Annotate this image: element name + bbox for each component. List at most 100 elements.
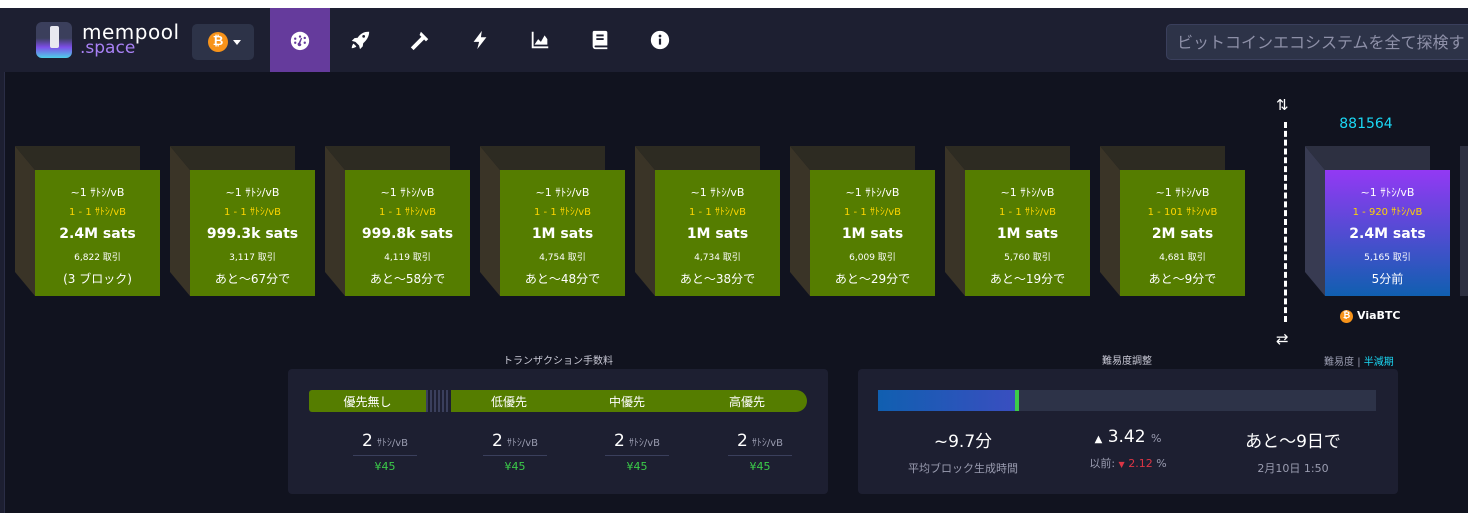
- block-side-face: [15, 146, 35, 296]
- block-size: 1M sats: [841, 226, 904, 242]
- mempool-block[interactable]: ~1 ｻﾄｼ/vB 1 - 1 ｻﾄｼ/vB 999.8k sats 4,119…: [325, 146, 470, 296]
- block-size: 999.8k sats: [361, 226, 454, 242]
- avg-block-time: ~9.7分 平均ブロック生成時間: [888, 427, 1038, 476]
- lightning-icon: [473, 30, 487, 50]
- difficulty-change-unit: %: [1150, 432, 1162, 445]
- block-face: ~1 ｻﾄｼ/vB 1 - 1 ｻﾄｼ/vB 1M sats 4,754 取引 …: [500, 170, 625, 296]
- mempool-block[interactable]: ~1 ｻﾄｼ/vB 1 - 1 ｻﾄｼ/vB 1M sats 6,009 取引 …: [790, 146, 935, 296]
- block-side-face: [480, 146, 500, 296]
- block-side-face: [945, 146, 965, 296]
- brand-domain[interactable]: .space: [80, 38, 135, 58]
- mempool-block[interactable]: ~1 ｻﾄｼ/vB 1 - 1 ｻﾄｼ/vB 1M sats 4,754 取引 …: [480, 146, 625, 296]
- link-separator: |: [1357, 357, 1361, 368]
- fee-unit: ｻﾄｼ/vB: [376, 438, 408, 449]
- nav-graphs[interactable]: [510, 8, 570, 72]
- block-fee-range: 1 - 1 ｻﾄｼ/vB: [68, 207, 127, 218]
- block-median-fee: ~1 ｻﾄｼ/vB: [70, 186, 125, 199]
- block-eta: あと〜9分で: [1148, 272, 1217, 286]
- up-down-arrows-icon[interactable]: ⇅: [1276, 96, 1289, 114]
- network-selector[interactable]: ₿: [192, 24, 254, 60]
- info-icon: [650, 30, 670, 50]
- nav-acceleration[interactable]: [330, 8, 390, 72]
- difficulty-change-value: 3.42: [1107, 427, 1146, 447]
- mempool-logo[interactable]: [36, 22, 72, 58]
- halving-link[interactable]: 半減期: [1364, 357, 1394, 368]
- fee-fiat: ¥45: [374, 460, 396, 473]
- block-side-face: [325, 146, 345, 296]
- difficulty-card: ~9.7分 平均ブロック生成時間 ▲ 3.42 % 以前: ▼ 2.12 % あ…: [858, 369, 1398, 494]
- nav-dashboard[interactable]: [270, 8, 330, 72]
- block-eta: あと〜48分で: [524, 272, 601, 286]
- caret-down-icon: [233, 40, 241, 45]
- difficulty-eta-value: あと〜9日で: [1245, 432, 1341, 452]
- block-face: ~1 ｻﾄｼ/vB 1 - 1 ｻﾄｼ/vB 1M sats 4,734 取引 …: [655, 170, 780, 296]
- block-eta: あと〜19分で: [989, 272, 1066, 286]
- bitcoin-icon: ₿: [208, 32, 228, 52]
- mempool-block[interactable]: ~1 ｻﾄｼ/vB 1 - 1 ｻﾄｼ/vB 999.3k sats 3,117…: [170, 146, 315, 296]
- window-top-edge: [0, 0, 1468, 8]
- arrow-down-icon: ▼: [1118, 460, 1125, 469]
- next-mined-block-partial[interactable]: [1460, 146, 1468, 296]
- block-median-fee: ~1 ｻﾄｼ/vB: [845, 186, 900, 199]
- fee-high: 2 ｻﾄｼ/vB ¥45: [720, 431, 800, 473]
- block-tx-count: 4,119 取引: [384, 253, 431, 263]
- difficulty-link[interactable]: 難易度: [1324, 357, 1354, 368]
- navbar: mempool .space ₿: [4, 8, 1468, 72]
- fee-unit: ｻﾄｼ/vB: [506, 438, 538, 449]
- hammer-icon: [410, 31, 429, 51]
- fee-value: 2: [614, 431, 625, 451]
- difficulty-progress-fill: [878, 390, 1018, 411]
- block-fee-range: 1 - 101 ｻﾄｼ/vB: [1147, 207, 1218, 218]
- mempool-block[interactable]: ~1 ｻﾄｼ/vB 1 - 1 ｻﾄｼ/vB 1M sats 5,760 取引 …: [945, 146, 1090, 296]
- block-face: ~1 ｻﾄｼ/vB 1 - 101 ｻﾄｼ/vB 2M sats 4,681 取…: [1120, 170, 1245, 296]
- block-height[interactable]: 881564: [1320, 116, 1412, 132]
- difficulty-title: 難易度調整: [1102, 356, 1152, 367]
- block-eta: あと〜29分で: [834, 272, 911, 286]
- block-median-fee: ~1 ｻﾄｼ/vB: [380, 186, 435, 199]
- block-face: ~1 ｻﾄｼ/vB 1 - 920 ｻﾄｼ/vB 2.4M sats 5,165…: [1325, 170, 1450, 296]
- mining-pool[interactable]: ₿ ViaBTC: [1340, 309, 1400, 323]
- search-input[interactable]: [1166, 24, 1468, 60]
- book-icon: [592, 30, 608, 50]
- block-eta: あと〜58分で: [369, 272, 446, 286]
- block-top-face: [15, 146, 140, 170]
- block-tx-count: 4,734 取引: [694, 253, 741, 263]
- difficulty-halving-switch[interactable]: 難易度 | 半減期: [1324, 353, 1394, 368]
- block-side-face: [1305, 146, 1325, 296]
- block-side-face: [790, 146, 810, 296]
- nav-docs[interactable]: [570, 8, 630, 72]
- mempool-block[interactable]: ~1 ｻﾄｼ/vB 1 - 101 ｻﾄｼ/vB 2M sats 4,681 取…: [1100, 146, 1245, 296]
- mempool-block[interactable]: ~1 ｻﾄｼ/vB 1 - 1 ｻﾄｼ/vB 2.4M sats 6,822 取…: [15, 146, 160, 296]
- fee-unit: ｻﾄｼ/vB: [751, 438, 783, 449]
- difficulty-progress-bar: [878, 390, 1376, 411]
- block-side-face: [635, 146, 655, 296]
- mined-block[interactable]: ~1 ｻﾄｼ/vB 1 - 920 ｻﾄｼ/vB 2.4M sats 5,165…: [1305, 146, 1450, 296]
- nav-lightning[interactable]: [450, 8, 510, 72]
- nav-mining[interactable]: [390, 8, 450, 72]
- fee-label-no-priority: 優先無し: [309, 390, 426, 412]
- block-face: ~1 ｻﾄｼ/vB 1 - 1 ｻﾄｼ/vB 999.8k sats 4,119…: [345, 170, 470, 296]
- rocket-icon: [351, 31, 370, 50]
- block-fee-range: 1 - 920 ｻﾄｼ/vB: [1352, 207, 1423, 218]
- mempool-block[interactable]: ~1 ｻﾄｼ/vB 1 - 1 ｻﾄｼ/vB 1M sats 4,734 取引 …: [635, 146, 780, 296]
- block-size: 1M sats: [531, 226, 594, 242]
- swap-arrows-icon[interactable]: ⇄: [1276, 330, 1289, 348]
- previous-change-value: 2.12: [1128, 457, 1153, 470]
- block-eta: (3 ブロック): [63, 272, 132, 286]
- block-tx-count: 6,009 取引: [849, 253, 896, 263]
- nav-about[interactable]: [630, 8, 690, 72]
- block-size: 2.4M sats: [59, 226, 136, 242]
- block-tx-count: 4,681 取引: [1159, 253, 1206, 263]
- block-side-face: [170, 146, 190, 296]
- block-fee-range: 1 - 1 ｻﾄｼ/vB: [688, 207, 747, 218]
- fee-value: 2: [362, 431, 373, 451]
- pool-logo-icon: ₿: [1340, 309, 1353, 323]
- logo-bar: [50, 26, 59, 48]
- block-tx-count: 4,754 取引: [539, 253, 586, 263]
- block-fee-range: 1 - 1 ｻﾄｼ/vB: [378, 207, 437, 218]
- fees-card: 優先無し 低優先 中優先 高優先 2 ｻﾄｼ/vB ¥45 2 ｻﾄｼ/vB ¥45…: [288, 369, 828, 494]
- block-tx-count: 5,165 取引: [1364, 253, 1411, 263]
- difficulty-progress-marker: [1015, 390, 1020, 411]
- fee-bar-gap: [426, 390, 448, 412]
- fee-no-priority: 2 ｻﾄｼ/vB ¥45: [345, 431, 425, 473]
